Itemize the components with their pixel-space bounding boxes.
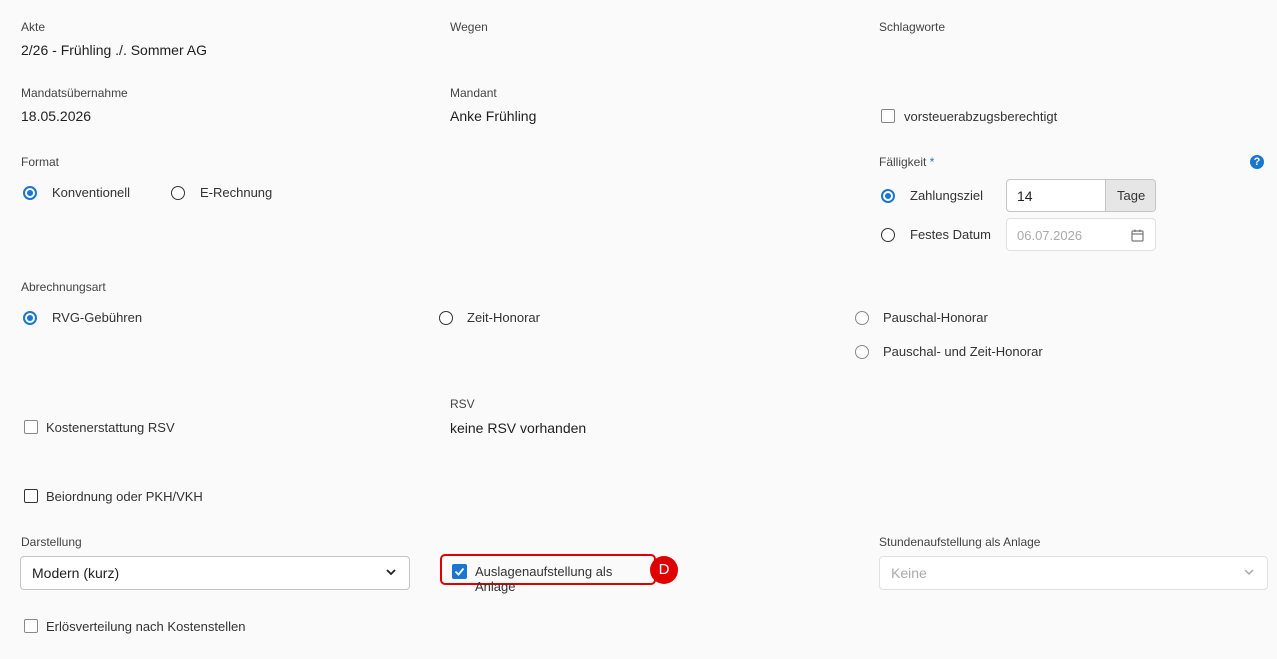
chevron-down-icon — [1244, 569, 1254, 576]
chevron-down-icon — [386, 569, 396, 576]
calendar-icon[interactable] — [1131, 229, 1144, 242]
radio-icon[interactable] — [881, 228, 895, 242]
mandant-value: Anke Frühling — [450, 108, 537, 124]
radio-selected-icon[interactable] — [23, 311, 37, 325]
checkbox-box[interactable] — [881, 109, 895, 123]
zahlungsziel-days-input[interactable]: 14 Tage — [1006, 179, 1156, 212]
stunden-label: Stundenaufstellung als Anlage — [879, 535, 1041, 549]
format-option-label: E-Rechnung — [200, 185, 273, 200]
festes-datum-label: Festes Datum — [910, 227, 991, 242]
festes-datum-placeholder: 06.07.2026 — [1017, 228, 1083, 243]
radio-icon[interactable] — [171, 186, 185, 200]
erloes-label: Erlösverteilung nach Kostenstellen — [46, 619, 246, 634]
rsv-label: RSV — [450, 397, 475, 411]
mandatsuebernahme-value: 18.05.2026 — [21, 108, 92, 124]
format-option-label: Konventionell — [52, 185, 131, 200]
erloes-checkbox[interactable]: Erlösverteilung nach Kostenstellen — [24, 619, 264, 635]
abrechnungsart-label: Abrechnungsart — [21, 280, 106, 294]
darstellung-value: Modern (kurz) — [32, 565, 120, 581]
abrechnungsart-option-pauschal[interactable]: Pauschal-Honorar — [855, 310, 1005, 328]
radio-icon[interactable] — [855, 345, 869, 359]
radio-selected-icon[interactable] — [881, 189, 895, 203]
abrechnungsart-option-label: RVG-Gebühren — [52, 310, 143, 325]
auslagen-label: Auslagenaufstellung als Anlage — [475, 564, 613, 594]
kostenerstattung-label: Kostenerstattung RSV — [46, 420, 175, 435]
faelligkeit-label-text: Fälligkeit — [879, 155, 927, 169]
akte-value: 2/26 - Frühling ./. Sommer AG — [21, 42, 207, 58]
abrechnungsart-option-label: Pauschal-Honorar — [883, 310, 988, 325]
radio-selected-icon[interactable] — [23, 186, 37, 200]
akte-label: Akte — [21, 20, 46, 34]
checkbox-box[interactable] — [24, 420, 38, 434]
vorsteuer-label: vorsteuerabzugsberechtigt — [904, 109, 1058, 124]
format-option-konventionell[interactable]: Konventionell — [23, 185, 143, 203]
stunden-select[interactable]: Keine — [879, 556, 1268, 590]
mandatsuebernahme-label: Mandatsübernahme — [21, 86, 128, 100]
kostenerstattung-checkbox[interactable]: Kostenerstattung RSV — [24, 420, 204, 436]
auslagen-checkbox[interactable]: Auslagenaufstellung als Anlage — [440, 554, 656, 594]
abrechnungsart-option-label: Pauschal- und Zeit-Honorar — [883, 344, 1043, 359]
annotation-badge: D — [650, 556, 678, 584]
zahlungsziel-value[interactable]: 14 — [1017, 188, 1033, 204]
format-option-e-rechnung[interactable]: E-Rechnung — [171, 185, 281, 203]
wegen-label: Wegen — [450, 20, 488, 34]
vorsteuer-checkbox[interactable]: vorsteuerabzugsberechtigt — [881, 109, 1081, 125]
darstellung-label: Darstellung — [21, 535, 82, 549]
format-label: Format — [21, 155, 60, 169]
rsv-value: keine RSV vorhanden — [450, 420, 587, 436]
checkbox-box[interactable] — [24, 489, 38, 503]
required-marker: * — [929, 155, 935, 169]
zahlungsziel-label: Zahlungsziel — [910, 188, 983, 203]
faelligkeit-option-festes-datum[interactable]: Festes Datum — [881, 227, 1001, 245]
days-unit-addon: Tage — [1105, 180, 1155, 211]
abrechnungsart-option-zeit-honorar[interactable]: Zeit-Honorar — [439, 310, 569, 328]
stunden-value: Keine — [891, 565, 927, 581]
faelligkeit-label: Fälligkeit * — [879, 155, 934, 169]
beiordnung-label: Beiordnung oder PKH/VKH — [46, 489, 203, 504]
faelligkeit-option-zahlungsziel[interactable]: Zahlungsziel — [881, 188, 991, 206]
radio-icon[interactable] — [439, 311, 453, 325]
checkbox-checked-box[interactable] — [452, 564, 467, 579]
abrechnungsart-option-label: Zeit-Honorar — [467, 310, 540, 325]
check-icon — [454, 567, 465, 576]
schlagworte-label: Schlagworte — [879, 20, 946, 34]
beiordnung-checkbox[interactable]: Beiordnung oder PKH/VKH — [24, 489, 214, 505]
question-circle-icon[interactable]: ? — [1250, 155, 1264, 169]
days-unit-label: Tage — [1117, 188, 1146, 203]
festes-datum-input[interactable]: 06.07.2026 — [1006, 218, 1156, 251]
abrechnungsart-option-rvg[interactable]: RVG-Gebühren — [23, 310, 163, 328]
abrechnungsart-option-pauschal-zeit[interactable]: Pauschal- und Zeit-Honorar — [855, 344, 1065, 362]
radio-icon[interactable] — [855, 311, 869, 325]
darstellung-select[interactable]: Modern (kurz) — [20, 556, 410, 590]
checkbox-box[interactable] — [24, 619, 38, 633]
mandant-label: Mandant — [450, 86, 497, 100]
